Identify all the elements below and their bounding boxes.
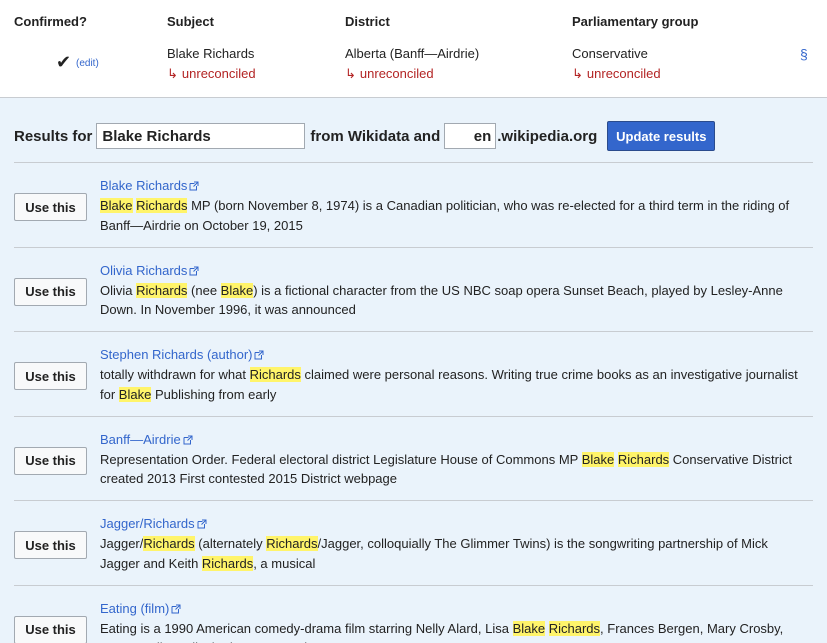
- result-title-link[interactable]: Blake Richards: [100, 178, 199, 194]
- search-match-highlight: Richards: [136, 282, 188, 298]
- snippet-text: Olivia: [100, 282, 137, 298]
- result-title-link[interactable]: Jagger/Richards: [100, 516, 207, 532]
- search-match-highlight: Richards: [136, 198, 188, 213]
- results-list: Use this Blake Richards Blake Richards MP …: [14, 162, 813, 643]
- external-link-icon: [254, 350, 264, 360]
- from-wikidata-label: from Wikidata and: [310, 127, 441, 145]
- result-body: Olivia Richards Olivia Richards (nee Blak…: [100, 263, 808, 320]
- search-match-highlight: Richards: [201, 555, 254, 571]
- use-this-button[interactable]: Use this: [14, 531, 87, 559]
- search-match-highlight: Blake: [220, 282, 254, 298]
- edit-link[interactable]: (edit): [76, 58, 99, 69]
- result-body: Jagger/Richards Jagger/Richards (alternat…: [100, 516, 808, 573]
- external-link-icon: [171, 604, 181, 613]
- snippet-text: (nee: [187, 282, 221, 298]
- update-results-button[interactable]: Update results: [607, 121, 716, 151]
- subdirectory-arrow-icon: ↳: [345, 66, 356, 81]
- district-unreconciled-label: unreconciled: [359, 66, 434, 81]
- result-body: Eating (film) Eating is a 1990 American c…: [100, 601, 808, 643]
- wikipedia-domain-label: .wikipedia.org: [497, 127, 598, 145]
- result-item: Use this Eating (film) Eating is a 1990 Am…: [14, 584, 813, 643]
- use-this-button[interactable]: Use this: [14, 615, 87, 643]
- subject-value: Blake Richards: [167, 46, 255, 61]
- column-header-parliamentary-group: Parliamentary group: [572, 14, 699, 29]
- subject-unreconciled-label: unreconciled: [181, 66, 256, 81]
- result-snippet: totally withdrawn for what Richards clai…: [100, 365, 808, 404]
- result-snippet: Jagger/Richards (alternately Richards/Ja…: [100, 534, 808, 573]
- search-match-highlight: Blake: [118, 386, 152, 402]
- result-snippet: Blake Richards MP (born November 8, 1974…: [100, 196, 808, 235]
- group-unreconciled-label: unreconciled: [586, 66, 661, 81]
- use-this-button[interactable]: Use this: [14, 362, 87, 390]
- result-title-link[interactable]: Olivia Richards: [100, 263, 199, 279]
- snippet-text: Eating is a 1990 American comedy-drama f…: [100, 620, 513, 636]
- snippet-text: , a musical: [253, 555, 316, 571]
- snippet-text: Publishing from early: [151, 386, 277, 402]
- result-item: Use this Banff—Airdrie Representation Orde…: [14, 415, 813, 501]
- language-code-input[interactable]: [444, 123, 497, 149]
- use-this-button[interactable]: Use this: [14, 446, 87, 475]
- result-snippet: Representation Order. Federal electoral …: [100, 450, 808, 489]
- subject-unreconciled[interactable]: ↳ unreconciled: [167, 66, 256, 82]
- search-match-highlight: Richards: [617, 451, 670, 467]
- search-query-input[interactable]: [96, 123, 306, 149]
- result-body: Blake Richards Blake Richards MP (born No…: [100, 178, 808, 235]
- search-match-highlight: Richards: [249, 367, 301, 382]
- district-value: Alberta (Banff—Airdrie): [345, 46, 480, 61]
- snippet-text: MP (born November 8, 1974) is a Canadian…: [100, 198, 790, 233]
- snippet-text: Jagger/: [100, 536, 144, 551]
- search-match-highlight: Richards: [548, 620, 601, 636]
- section-link-icon[interactable]: §: [800, 46, 808, 62]
- district-unreconciled[interactable]: ↳ unreconciled: [345, 66, 434, 82]
- result-title: Eating (film): [100, 600, 170, 616]
- search-match-highlight: Richards: [266, 536, 318, 551]
- group-unreconciled[interactable]: ↳ unreconciled: [572, 66, 661, 82]
- snippet-text: (alternately: [194, 536, 267, 551]
- results-panel: Results for from Wikidata and .wikipedia…: [0, 98, 827, 643]
- result-title: Jagger/Richards: [100, 516, 195, 531]
- result-snippet: Eating is a 1990 American comedy-drama f…: [100, 619, 808, 643]
- reconcile-header: Confirmed? Subject District Parliamentar…: [0, 0, 827, 98]
- column-header-district: District: [345, 14, 390, 29]
- result-item: Use this Jagger/Richards Jagger/Richards (…: [14, 500, 813, 585]
- result-title: Blake Richards: [100, 178, 188, 193]
- column-header-subject: Subject: [167, 14, 214, 29]
- result-title: Olivia Richards: [100, 262, 188, 278]
- search-match-highlight: Blake: [512, 620, 546, 636]
- external-link-icon: [189, 181, 199, 191]
- result-item: Use this Blake Richards Blake Richards MP …: [14, 162, 813, 247]
- external-link-icon: [183, 435, 193, 444]
- checkmark-icon: ✔: [56, 52, 72, 72]
- use-this-button[interactable]: Use this: [14, 277, 87, 306]
- result-title: Stephen Richards (author): [100, 347, 253, 362]
- snippet-text: totally withdrawn for what: [100, 367, 250, 382]
- result-title-link[interactable]: Stephen Richards (author): [100, 347, 264, 363]
- snippet-text: Representation Order. Federal electoral …: [100, 451, 582, 467]
- use-this-button[interactable]: Use this: [14, 193, 87, 221]
- search-row: Results for from Wikidata and .wikipedia…: [14, 120, 716, 152]
- result-item: Use this Olivia Richards Olivia Richards (…: [14, 246, 813, 332]
- result-body: Banff—Airdrie Representation Order. Feder…: [100, 432, 808, 489]
- results-for-label: Results for: [14, 127, 93, 145]
- result-title-link[interactable]: Eating (film): [100, 601, 181, 617]
- subdirectory-arrow-icon: ↳: [572, 66, 583, 81]
- search-match-highlight: Blake: [100, 198, 133, 213]
- result-title-link[interactable]: Banff—Airdrie: [100, 432, 193, 448]
- result-item: Use this Stephen Richards (author) totally…: [14, 331, 813, 416]
- group-value: Conservative: [572, 46, 648, 61]
- result-title: Banff—Airdrie: [100, 431, 181, 447]
- search-match-highlight: Blake: [581, 451, 615, 467]
- external-link-icon: [197, 519, 207, 529]
- external-link-icon: [189, 266, 199, 275]
- result-body: Stephen Richards (author) totally withdra…: [100, 347, 808, 404]
- result-snippet: Olivia Richards (nee Blake) is a fiction…: [100, 281, 808, 320]
- subdirectory-arrow-icon: ↳: [167, 66, 178, 81]
- column-header-confirmed: Confirmed?: [14, 14, 87, 29]
- search-match-highlight: Richards: [143, 536, 195, 551]
